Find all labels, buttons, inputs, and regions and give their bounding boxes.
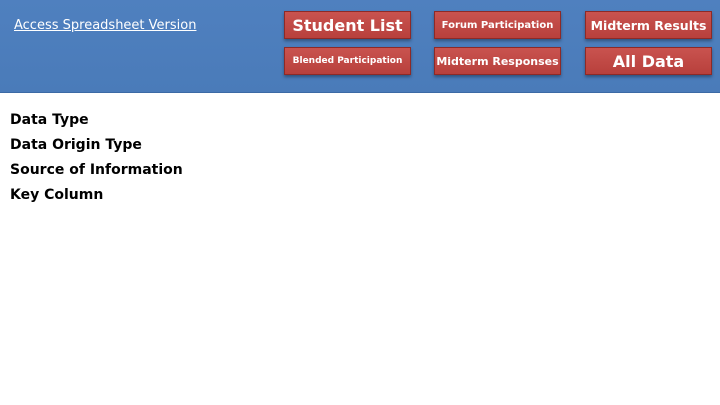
header-bar: Access Spreadsheet Version Student List …: [0, 0, 720, 93]
forum-participation-button[interactable]: Forum Participation: [434, 11, 561, 39]
midterm-results-button[interactable]: Midterm Results: [585, 11, 712, 39]
student-list-button[interactable]: Student List: [284, 11, 411, 39]
field-list: Data Type Data Origin Type Source of Inf…: [10, 110, 183, 210]
access-spreadsheet-link[interactable]: Access Spreadsheet Version: [14, 18, 196, 33]
field-data-type: Data Type: [10, 112, 89, 128]
field-source-of-information: Source of Information: [10, 162, 183, 178]
field-key-column: Key Column: [10, 187, 104, 203]
field-data-origin-type: Data Origin Type: [10, 137, 142, 153]
all-data-button[interactable]: All Data: [585, 47, 712, 75]
blended-participation-button[interactable]: Blended Participation: [284, 47, 411, 75]
midterm-responses-button[interactable]: Midterm Responses: [434, 47, 561, 75]
